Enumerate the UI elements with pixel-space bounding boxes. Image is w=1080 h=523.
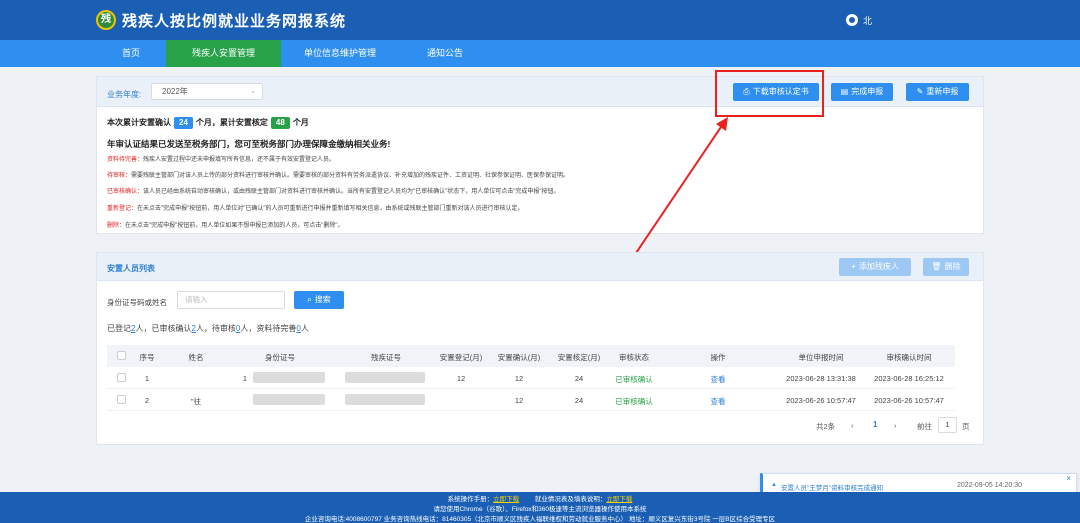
col-no: 序号 bbox=[139, 353, 155, 362]
col-apply-time: 单位申报时间 bbox=[798, 353, 844, 362]
table-row: 2 "往 12 24 已审核确认 查看 2023-06-26 10:57:47 … bbox=[107, 389, 955, 411]
list-header: 安置人员列表 + 添加残疾人 🗑 删除 bbox=[97, 253, 983, 281]
plus-icon: + bbox=[851, 262, 856, 271]
row-status: 已审核确认 bbox=[615, 375, 653, 384]
pager-current-page[interactable]: 1 bbox=[873, 420, 877, 429]
footer-form-label: 就业情况表及填表说明： bbox=[534, 496, 607, 503]
personnel-list-panel: 安置人员列表 + 添加残疾人 🗑 删除 身份证号码或姓名 请输入 ⌕ 搜索 已登记2人… bbox=[96, 252, 984, 445]
row-status: 已审核确认 bbox=[615, 397, 653, 406]
col-reg-months: 安置登记(月) bbox=[439, 353, 483, 362]
toast-time: 2022-09-05 14:20:30 bbox=[957, 482, 1022, 489]
pager-goto-label: 前往 bbox=[917, 422, 932, 431]
summary-text: 已登记 bbox=[107, 324, 131, 333]
pager-prev[interactable]: ‹ bbox=[851, 421, 854, 430]
redacted-disab-id bbox=[345, 394, 425, 405]
col-name: 姓名 bbox=[188, 353, 204, 362]
row-apply-time: 2023-06-28 13:31:38 bbox=[786, 374, 856, 383]
row-conf: 12 bbox=[514, 396, 524, 405]
row-no: 1 bbox=[144, 374, 150, 383]
row-checkbox[interactable] bbox=[117, 395, 126, 404]
summary-text: 人，已审核确认 bbox=[135, 324, 192, 333]
footer-line-2: 请您使用Chrome（谷歌）、Firefox和360极速等主流浏览器操作使用本系… bbox=[433, 506, 647, 513]
pager-unit: 页 bbox=[962, 422, 970, 431]
row-no: 2 bbox=[144, 396, 150, 405]
col-disab-id: 残疾证号 bbox=[371, 353, 401, 362]
search-label: 身份证号码或姓名 bbox=[107, 298, 167, 307]
row-checkbox[interactable] bbox=[117, 373, 126, 382]
footer-line-3: 企业咨询电话:4008600797 业务咨询热线电话：81460305（北京市顺… bbox=[304, 516, 776, 523]
select-all-checkbox[interactable] bbox=[117, 351, 126, 360]
search-icon: ⌕ bbox=[307, 295, 312, 304]
summary-text: 人 bbox=[300, 324, 309, 333]
search-input[interactable]: 请输入 bbox=[177, 291, 285, 309]
row-apply-time: 2023-06-26 10:57:47 bbox=[786, 396, 856, 405]
trash-icon: 🗑 bbox=[931, 262, 942, 271]
col-status: 审核状态 bbox=[619, 353, 649, 362]
delete-label: 删除 bbox=[944, 262, 961, 271]
row-confirm-time: 2023-06-26 10:57:47 bbox=[874, 396, 944, 405]
summary-text: 人，待审核 bbox=[195, 324, 236, 333]
row-verify: 24 bbox=[574, 396, 584, 405]
add-label: 添加残疾人 bbox=[858, 262, 899, 271]
footer-line-1: 系统操作手册：立即下载 就业情况表及填表说明：立即下载 bbox=[0, 493, 1080, 503]
search-button[interactable]: ⌕ 搜索 bbox=[294, 291, 344, 309]
table-header: 序号 姓名 身份证号 残疾证号 安置登记(月) 安置确认(月) 安置核定(月) … bbox=[107, 345, 955, 367]
row-confirm-time: 2023-06-28 16:25:12 bbox=[874, 374, 944, 383]
bell-icon: ▲ bbox=[771, 482, 777, 488]
toast-text[interactable]: 安置人员"王梦月"资料审核完成通知 bbox=[781, 482, 883, 492]
pager-total: 共2条 bbox=[816, 422, 836, 431]
row-name: "往 bbox=[190, 397, 202, 406]
table-row: 1 1 12 12 24 已审核确认 查看 2023-06-28 13:31:3… bbox=[107, 367, 955, 389]
col-conf-months: 安置确认(月) bbox=[497, 353, 541, 362]
footer-manual-label: 系统操作手册： bbox=[447, 496, 494, 503]
pager-next[interactable]: › bbox=[894, 421, 897, 430]
col-action: 操作 bbox=[710, 353, 726, 362]
col-verify-months: 安置核定(月) bbox=[557, 353, 601, 362]
row-verify: 24 bbox=[574, 374, 584, 383]
view-link[interactable]: 查看 bbox=[705, 374, 731, 385]
summary-text: 人，资料待完善 bbox=[240, 324, 297, 333]
add-disabled-person-button[interactable]: + 添加残疾人 bbox=[839, 258, 911, 276]
footer: 系统操作手册：立即下载 就业情况表及填表说明：立即下载 请您使用Chrome（谷… bbox=[0, 492, 1080, 523]
col-confirm-time: 审核确认时间 bbox=[886, 353, 932, 362]
redacted-id bbox=[253, 372, 325, 383]
delete-button[interactable]: 🗑 删除 bbox=[923, 258, 969, 276]
row-conf: 12 bbox=[514, 374, 524, 383]
col-id: 身份证号 bbox=[265, 353, 295, 362]
pager-page-input[interactable]: 1 bbox=[938, 417, 957, 433]
manual-download-link[interactable]: 立即下载 bbox=[493, 496, 519, 503]
row-id: 1 bbox=[242, 374, 248, 383]
list-title: 安置人员列表 bbox=[107, 264, 155, 273]
view-link[interactable]: 查看 bbox=[705, 396, 731, 407]
redacted-id bbox=[253, 394, 325, 405]
search-btn-label: 搜索 bbox=[314, 295, 331, 304]
form-download-link[interactable]: 立即下载 bbox=[606, 496, 632, 503]
close-icon[interactable]: × bbox=[1066, 474, 1071, 483]
row-reg: 12 bbox=[456, 374, 466, 383]
redacted-disab-id bbox=[345, 372, 425, 383]
registration-summary: 已登记2人，已审核确认2人，待审核0人，资料待完善0人 bbox=[107, 323, 309, 334]
